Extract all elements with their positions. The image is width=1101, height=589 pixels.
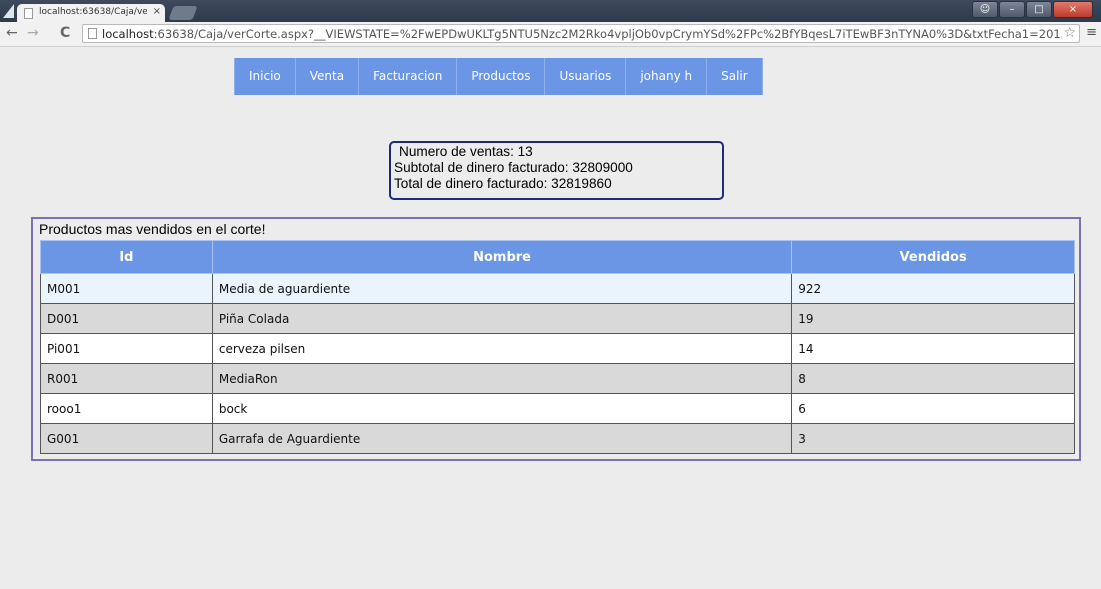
close-window-button[interactable]: × — [1053, 1, 1093, 18]
nav-item-usuarios[interactable]: Usuarios — [545, 58, 627, 95]
nav-item-inicio[interactable]: Inicio — [234, 58, 296, 95]
cell-nombre: cerveza pilsen — [211, 333, 793, 364]
reload-icon[interactable]: C — [60, 24, 70, 42]
subtotal-amount: Subtotal de dinero facturado: 32809000 — [394, 160, 633, 175]
tab-close-icon[interactable]: × — [153, 6, 161, 17]
products-table: Id Nombre Vendidos M001 Media de aguardi… — [40, 240, 1075, 454]
table-row: Pi001 cerveza pilsen 14 — [40, 333, 1075, 364]
cell-vendidos: 19 — [791, 303, 1075, 334]
table-row: rooo1 bock 6 — [40, 393, 1075, 424]
forward-arrow-icon[interactable]: → — [27, 24, 39, 42]
page-favicon-icon — [24, 8, 33, 19]
browser-tab[interactable]: localhost:63638/Caja/verC × — [17, 4, 165, 22]
cell-nombre: MediaRon — [211, 363, 793, 394]
maximize-button[interactable]: □ — [1026, 1, 1052, 18]
sales-summary-box: Numero de ventas: 13 Subtotal de dinero … — [389, 141, 724, 200]
back-arrow-icon[interactable]: ← — [6, 24, 18, 42]
browser-menu-icon[interactable]: ≡ — [1086, 25, 1097, 40]
total-amount: Total de dinero facturado: 32819860 — [394, 176, 612, 191]
main-nav-menu: Inicio Venta Facturacion Productos Usuar… — [234, 58, 763, 95]
account-icon[interactable]: ☺ — [972, 1, 998, 18]
cell-id: M001 — [40, 273, 213, 304]
cell-id: Pi001 — [40, 333, 213, 364]
cell-id: G001 — [40, 423, 213, 454]
tab-title: localhost:63638/Caja/verC — [39, 7, 147, 17]
cell-id: D001 — [40, 303, 213, 334]
cell-vendidos: 6 — [791, 393, 1075, 424]
column-header-id: Id — [40, 240, 213, 274]
sales-count: Numero de ventas: 13 — [399, 144, 533, 159]
page-icon — [88, 28, 97, 39]
browser-toolbar: ← → C localhost:63638/Caja/verCorte.aspx… — [0, 22, 1101, 47]
cell-vendidos: 14 — [791, 333, 1075, 364]
nav-item-user[interactable]: johany h — [626, 58, 708, 95]
nav-item-facturacion[interactable]: Facturacion — [359, 58, 458, 95]
cell-nombre: Garrafa de Aguardiente — [211, 423, 793, 454]
cell-nombre: bock — [211, 393, 793, 424]
bookmark-star-icon[interactable]: ☆ — [1063, 25, 1076, 41]
browser-logo-icon — [3, 4, 14, 18]
cell-vendidos: 3 — [791, 423, 1075, 454]
nav-item-venta[interactable]: Venta — [295, 58, 360, 95]
table-row: G001 Garrafa de Aguardiente 3 — [40, 423, 1075, 454]
panel-title: Productos mas vendidos en el corte! — [39, 221, 266, 237]
table-row: D001 Piña Colada 19 — [40, 303, 1075, 334]
column-header-nombre: Nombre — [211, 240, 793, 274]
cell-nombre: Media de aguardiente — [211, 273, 793, 304]
window-controls: ☺ – □ × — [972, 1, 1093, 18]
table-row: M001 Media de aguardiente 922 — [40, 273, 1075, 304]
cell-nombre: Piña Colada — [211, 303, 793, 334]
url-text[interactable]: localhost:63638/Caja/verCorte.aspx?__VIE… — [102, 26, 1062, 42]
browser-titlebar: localhost:63638/Caja/verC × ☺ – □ × — [0, 0, 1101, 22]
cell-vendidos: 922 — [791, 273, 1075, 304]
nav-item-salir[interactable]: Salir — [707, 58, 763, 95]
new-tab-button[interactable] — [168, 6, 198, 20]
cell-id: R001 — [40, 363, 213, 394]
minimize-button[interactable]: – — [999, 1, 1025, 18]
column-header-vendidos: Vendidos — [791, 240, 1075, 274]
table-header-row: Id Nombre Vendidos — [40, 240, 1075, 274]
nav-item-productos[interactable]: Productos — [457, 58, 546, 95]
cell-id: rooo1 — [40, 393, 213, 424]
table-row: R001 MediaRon 8 — [40, 363, 1075, 394]
cell-vendidos: 8 — [791, 363, 1075, 394]
address-bar[interactable]: localhost:63638/Caja/verCorte.aspx?__VIE… — [82, 24, 1080, 43]
top-products-panel: Productos mas vendidos en el corte! Id N… — [31, 217, 1081, 461]
